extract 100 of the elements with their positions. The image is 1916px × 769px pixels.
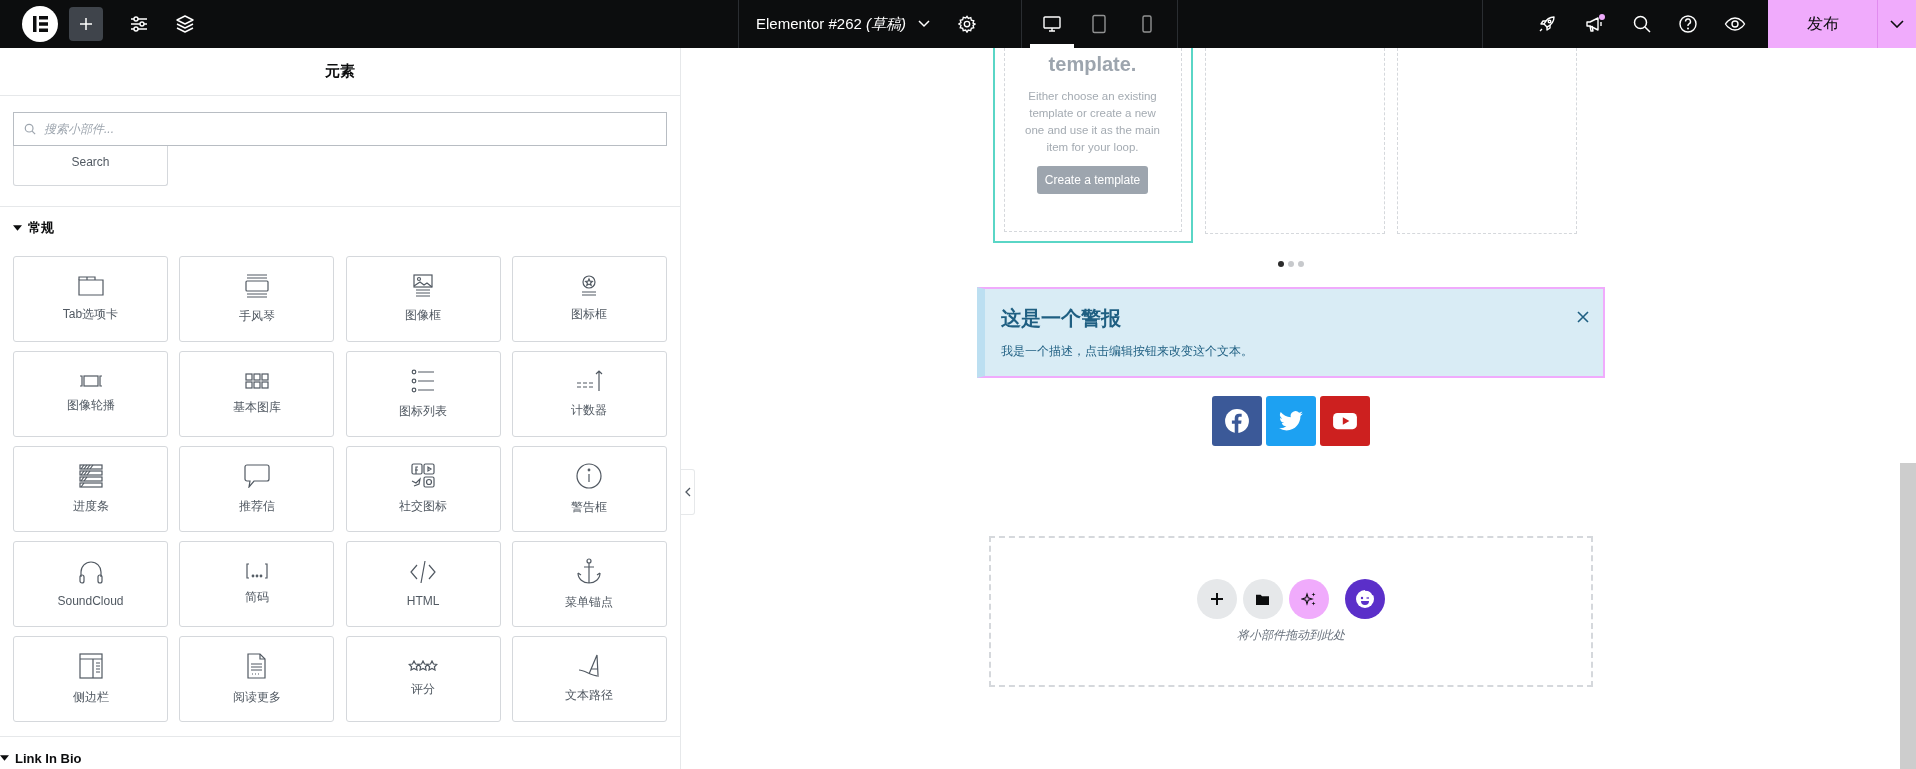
widget-label: 图标列表 — [399, 402, 448, 420]
document-icon — [247, 652, 267, 679]
chevron-down-icon — [1890, 20, 1904, 28]
plus-icon — [78, 16, 94, 32]
desktop-icon — [1041, 14, 1062, 34]
close-icon[interactable] — [1576, 311, 1589, 323]
widget-tile[interactable]: 菜单锚点 — [512, 541, 667, 627]
accordion-icon — [244, 273, 269, 298]
preview-eye-icon[interactable] — [1724, 14, 1746, 34]
text-path-icon — [578, 654, 601, 677]
widget-tile[interactable]: 基本图库 — [179, 351, 335, 437]
widget-label: 手风琴 — [238, 307, 275, 325]
counter-icon — [576, 369, 603, 392]
tabs-icon — [77, 275, 104, 296]
layers-icon[interactable] — [175, 14, 195, 34]
gallery-icon — [244, 372, 269, 389]
chevron-down-icon[interactable] — [918, 20, 931, 28]
pagination-dot[interactable] — [1297, 261, 1304, 267]
caret-icon[interactable] — [13, 225, 22, 231]
widget-label: 社交图标 — [399, 498, 448, 515]
settings-icon[interactable] — [958, 15, 977, 33]
headphones-icon — [78, 560, 103, 584]
facebook-icon — [1223, 408, 1250, 434]
pagination-dot[interactable] — [1287, 261, 1294, 267]
widget-label: SoundCloud — [57, 593, 124, 608]
widget-label: 进度条 — [72, 497, 109, 515]
widget-tile[interactable]: Tab选项卡 — [13, 256, 168, 342]
publish-button[interactable]: 发布 — [1768, 0, 1877, 48]
widget-tile[interactable]: 简码 — [179, 541, 335, 627]
widget-tile[interactable]: HTML — [345, 541, 501, 627]
shortcode-icon — [245, 562, 268, 579]
search-field[interactable]: 搜索小部件... — [13, 112, 667, 146]
carousel-icon — [78, 374, 103, 387]
widget-label: 推荐信 — [238, 497, 275, 515]
search-icon — [24, 123, 36, 135]
settings-sliders-icon[interactable] — [129, 14, 149, 34]
drop-hint: 将小部件拖动到此处 — [1236, 627, 1345, 644]
widget-tile[interactable]: 阅读更多 — [179, 636, 335, 722]
megaphone-icon[interactable] — [1584, 14, 1606, 34]
widget-label: 简码 — [244, 588, 269, 606]
caret-icon[interactable] — [0, 755, 9, 761]
widget-tile[interactable]: 警告框 — [512, 446, 667, 532]
widget-tile[interactable]: 图标列表 — [345, 351, 501, 437]
facebook-button[interactable] — [1211, 396, 1262, 446]
widget-label: 阅读更多 — [232, 688, 281, 706]
ai-button[interactable] — [1288, 579, 1329, 619]
youtube-button[interactable] — [1319, 396, 1370, 446]
list-icon — [411, 368, 436, 393]
alert-icon — [576, 462, 603, 489]
logo-icon[interactable] — [22, 6, 58, 42]
image-box-icon — [413, 274, 434, 297]
stars-icon — [408, 660, 439, 671]
widget-tile[interactable]: 评分 — [345, 636, 501, 722]
template-button[interactable] — [1242, 579, 1283, 619]
add-element-button[interactable] — [69, 7, 103, 41]
widget-label: 基本图库 — [232, 398, 281, 416]
widget-label: 图像轮播 — [66, 396, 115, 414]
widget-tile[interactable]: 图标框 — [512, 256, 667, 342]
sidebar-icon — [78, 652, 103, 679]
search-icon[interactable] — [1632, 14, 1652, 34]
add-button[interactable] — [1196, 579, 1237, 619]
widget-tile[interactable]: 图像框 — [345, 256, 501, 342]
widget-label: Tab选项卡 — [62, 305, 119, 323]
rocket-icon[interactable] — [1537, 14, 1557, 34]
widget-label: HTML — [406, 594, 440, 608]
folder-icon — [1255, 592, 1270, 606]
alert-description: 我是一个描述，点击编辑按钮来改变这个文本。 — [1000, 343, 1253, 360]
widget-tile[interactable]: Search — [13, 146, 168, 186]
pagination-dot[interactable] — [1277, 261, 1284, 267]
widget-label: 侧边栏 — [72, 688, 109, 706]
alert-title: 这是一个警报 — [1000, 306, 1122, 331]
widget-tile[interactable]: SoundCloud — [13, 541, 168, 627]
scrollbar-thumb[interactable] — [1900, 463, 1916, 769]
widget-label: 文本路径 — [565, 687, 614, 704]
widget-label: 图标框 — [571, 306, 608, 323]
card-description: Either choose an existing template or create a new one and use it as the main item for your loop. — [1024, 89, 1161, 155]
icon-box-icon — [581, 275, 598, 296]
widget-tile[interactable]: 进度条 — [13, 446, 168, 532]
progress-icon — [78, 463, 103, 488]
widget-label: 菜单锚点 — [565, 593, 614, 611]
twitter-button[interactable] — [1265, 396, 1316, 446]
category-title[interactable]: Link In Bio — [15, 750, 82, 766]
document-title[interactable]: Elementor #262 (草稿) — [756, 14, 907, 34]
category-title[interactable]: 常规 — [28, 219, 54, 237]
anchor-icon — [577, 557, 602, 584]
widget-tile[interactable]: 侧边栏 — [13, 636, 168, 722]
widget-tile[interactable]: 推荐信 — [179, 446, 335, 532]
social-icon — [411, 463, 436, 488]
widget-tile[interactable]: 手风琴 — [179, 256, 335, 342]
widget-label: 图像框 — [405, 307, 442, 324]
panel-title: 元素 — [325, 62, 355, 81]
widget-tile[interactable]: 文本路径 — [512, 636, 667, 722]
sparkles-icon — [1300, 591, 1317, 607]
kit-button[interactable] — [1344, 579, 1385, 619]
chevron-left-icon — [684, 487, 691, 497]
code-icon — [410, 560, 437, 584]
widget-tile[interactable]: 计数器 — [512, 351, 667, 437]
widget-tile[interactable]: 社交图标 — [345, 446, 501, 532]
widget-tile[interactable]: 图像轮播 — [13, 351, 168, 437]
help-icon[interactable] — [1678, 14, 1698, 34]
